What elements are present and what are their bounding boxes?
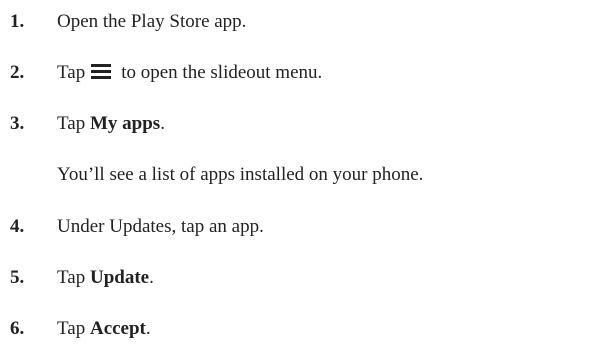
step-text-bold: Accept	[89, 318, 146, 339]
step-text-after: to open the slideout menu.	[121, 62, 323, 83]
step-number: 4.	[10, 216, 25, 237]
step-text: Open the Play Store app.	[57, 11, 247, 32]
step-text: Tap to open the slideout menu.	[57, 60, 322, 86]
step-text-before: Tap	[57, 318, 90, 339]
step-text-bold: My apps	[89, 113, 161, 134]
step-text-after: .	[160, 113, 165, 134]
step-text: Tap Update.	[57, 265, 154, 291]
step-text: Under Updates, tap an app.	[57, 216, 264, 237]
step-number: 2.	[10, 62, 25, 83]
step-text-before: Tap	[57, 62, 86, 83]
step-number: 1.	[10, 11, 25, 32]
step-text-after: .	[145, 318, 151, 339]
step-number: 5.	[10, 267, 25, 288]
step-text: Tap Accept.	[57, 316, 151, 342]
menu-icon	[91, 64, 112, 79]
step-text-after: .	[149, 267, 154, 288]
step-text: Tap My apps.	[57, 111, 165, 137]
step-number: 6.	[10, 318, 25, 339]
step-text-bold: Update	[89, 267, 150, 288]
step-text-before: Tap	[57, 113, 90, 134]
step-number: 3.	[10, 113, 25, 134]
note-text: You’ll see a list of apps installed on y…	[57, 164, 424, 185]
step-text-before: Tap	[57, 267, 90, 288]
